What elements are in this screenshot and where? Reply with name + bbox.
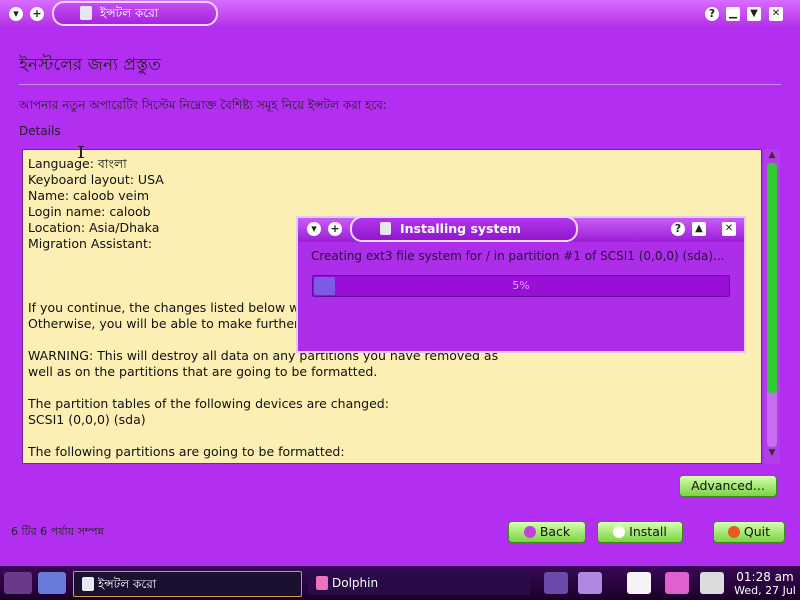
taskbar: ইন্সটল করো Dolphin <box>0 566 800 600</box>
back-label: Back <box>539 524 571 539</box>
dialog-help-icon[interactable]: ? <box>671 222 685 236</box>
quit-icon <box>727 526 740 538</box>
installer-icon <box>82 577 94 591</box>
task-dolphin-label: Dolphin <box>332 576 379 590</box>
task-installer-label: ইন্সটল করো <box>98 577 157 591</box>
window-titlebar: ▾ + ইন্সটল করো ? ▁ ▼ ✕ <box>0 0 800 28</box>
details-line: The following partitions are going to be… <box>28 444 345 459</box>
back-arrow-icon <box>523 526 536 538</box>
divider <box>19 84 781 85</box>
help-icon[interactable]: ? <box>705 7 719 21</box>
shade-icon[interactable]: ▼ <box>747 7 761 21</box>
dolphin-icon <box>316 576 328 590</box>
install-label: Install <box>629 524 667 539</box>
dialog-titlebar: ▾ + Installing system ? ▲ ✕ <box>298 216 744 242</box>
advanced-button[interactable]: Advanced... <box>679 475 777 497</box>
clock-date: Wed, 27 Jul <box>734 584 796 597</box>
back-button[interactable]: Back <box>508 521 586 543</box>
scroll-track[interactable] <box>767 163 777 447</box>
details-line <box>28 428 498 444</box>
network-icon[interactable] <box>578 572 602 594</box>
quit-button[interactable]: Quit <box>713 521 785 543</box>
details-line <box>28 380 498 396</box>
clock-time: 01:28 am <box>736 570 794 584</box>
details-line: SCSI1 (0,0,0) (sda) <box>28 412 146 427</box>
dialog-menu-icon[interactable]: ▾ <box>307 222 321 236</box>
details-line: The partition tables of the following de… <box>28 396 389 411</box>
install-progress-bar: 5% <box>312 275 730 297</box>
install-button[interactable]: Install <box>597 521 683 543</box>
folder-icon[interactable] <box>38 572 66 594</box>
installing-dialog: ▾ + Installing system ? ▲ ✕ Creating ext… <box>296 216 746 353</box>
checkmark-icon <box>613 526 626 538</box>
details-line: Language: বাংলা <box>28 156 127 171</box>
task-installer[interactable]: ইন্সটল করো <box>73 571 302 597</box>
pager-icon[interactable] <box>544 572 568 594</box>
installer-icon <box>380 222 391 235</box>
dialog-shade-icon[interactable]: ▲ <box>692 222 706 236</box>
details-label: Details <box>19 124 61 138</box>
window-pin-icon[interactable]: + <box>30 7 44 21</box>
window-title-tab[interactable]: ইন্সটল করো <box>52 1 218 26</box>
install-status-text: Creating ext3 file system for / in parti… <box>311 249 725 263</box>
step-progress-text: 6 টির 6 পর্যায় সম্পন্ন <box>11 525 104 538</box>
dialog-close-icon[interactable]: ✕ <box>722 222 736 236</box>
advanced-label: Advanced... <box>691 478 765 493</box>
scroll-up-icon[interactable]: ▲ <box>764 149 780 161</box>
installer-icon <box>80 6 92 20</box>
clock[interactable]: 01:28 am Wed, 27 Jul <box>733 570 797 598</box>
details-scrollbar[interactable]: ▲ ▼ <box>764 149 780 464</box>
clipboard-icon[interactable] <box>627 572 651 594</box>
task-dolphin[interactable]: Dolphin <box>308 571 530 595</box>
dialog-title-tab[interactable]: Installing system <box>350 216 578 242</box>
summary-text: আপনার নতুন অপারেটিং সিস্টেম নিম্নোক্ত বৈ… <box>19 98 387 112</box>
details-line: well as on the partitions that are going… <box>28 364 378 379</box>
minimize-icon[interactable]: ▁ <box>726 7 740 21</box>
start-menu-icon[interactable] <box>4 572 32 594</box>
scroll-thumb[interactable] <box>767 163 777 393</box>
dialog-title: Installing system <box>400 221 521 236</box>
close-icon[interactable]: ✕ <box>769 7 783 21</box>
details-line: Name: caloob veim <box>28 188 150 203</box>
tools-icon[interactable] <box>700 572 724 594</box>
notification-icon[interactable] <box>665 572 689 594</box>
dialog-pin-icon[interactable]: + <box>328 222 342 236</box>
scroll-down-icon[interactable]: ▼ <box>764 447 780 459</box>
page-title: ইনস্টলের জন্য প্রস্তুত <box>19 55 162 75</box>
window-menu-icon[interactable]: ▾ <box>9 7 23 21</box>
progress-percent: 5% <box>512 279 530 292</box>
window-title: ইন্সটল করো <box>100 6 159 20</box>
text-cursor-icon <box>78 146 84 158</box>
quit-label: Quit <box>743 524 771 539</box>
details-line: Keyboard layout: USA <box>28 172 164 187</box>
